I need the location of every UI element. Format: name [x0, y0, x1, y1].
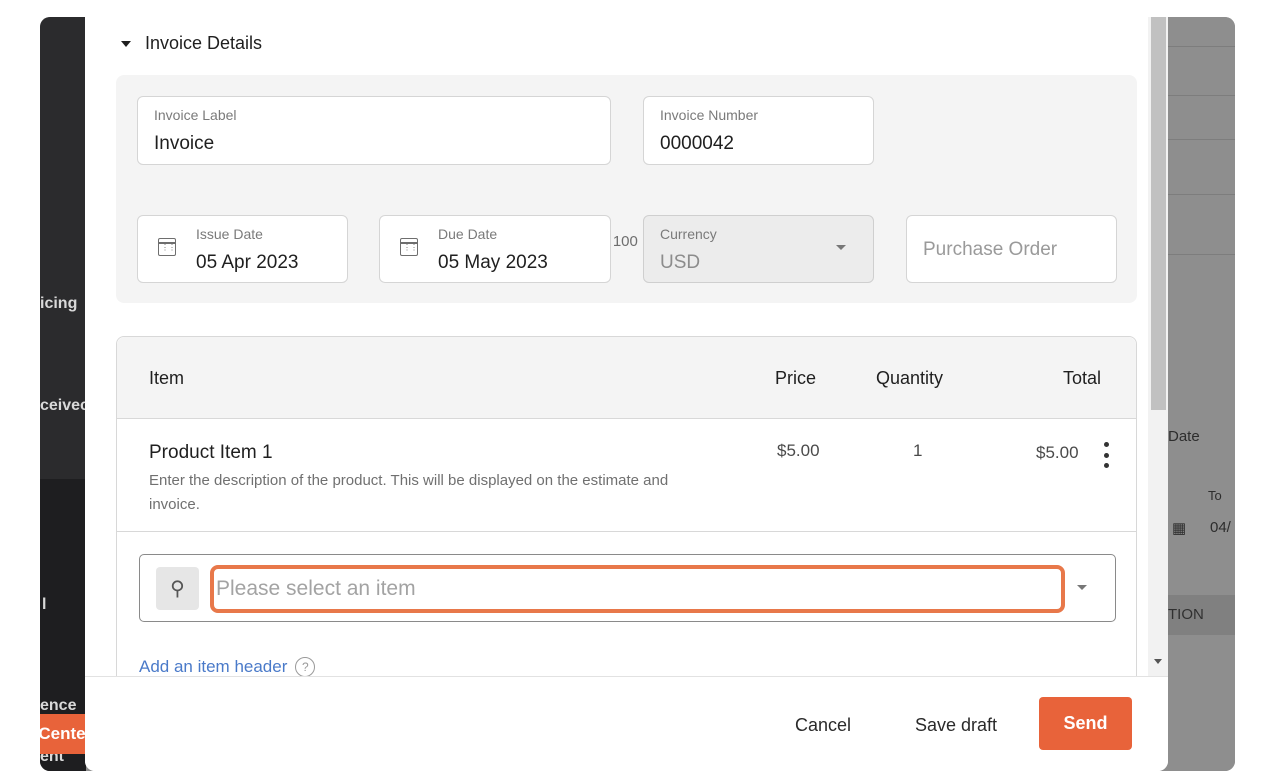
column-header-item: Item — [149, 368, 185, 388]
field-label: Due Date — [438, 226, 498, 242]
item-select[interactable]: ⚲ Please select an item — [139, 554, 1116, 622]
add-item-header-link[interactable]: Add an item header ? — [139, 657, 316, 676]
divider — [1168, 95, 1235, 96]
divider — [1168, 194, 1235, 195]
currency-select: Currency USD — [643, 215, 874, 283]
modal-footer: Cancel Save draft Send — [85, 676, 1168, 771]
scrollbar-thumb[interactable] — [1151, 17, 1166, 410]
add-item-header-label: Add an item header — [139, 657, 288, 676]
invoice-number-field[interactable]: Invoice Number 0000042 — [643, 96, 874, 165]
column-header-total: Total — [1063, 368, 1102, 388]
modal-scrollbar[interactable] — [1148, 17, 1168, 676]
divider — [1168, 46, 1235, 47]
invoice-details-panel: Invoice Label Invoice 7 / 100 Invoice Nu… — [116, 75, 1137, 303]
background-sidebar: icing ceivec l ence ent — [40, 17, 86, 771]
item-price: $5.00 — [777, 441, 820, 460]
item-quantity: 1 — [913, 441, 923, 460]
background-date-value: 04/ — [1210, 519, 1231, 536]
items-table: Item Price Quantity Total Product Item 1… — [116, 336, 1137, 676]
item-description: Enter the description of the product. Th… — [149, 472, 669, 513]
chevron-down-icon — [836, 245, 846, 250]
field-label: Invoice Label — [154, 107, 237, 123]
field-value: 05 Apr 2023 — [196, 252, 299, 273]
due-date-field[interactable]: Due Date 05 May 2023 — [379, 215, 611, 283]
item-total: $5.00 — [1036, 443, 1079, 462]
background-date-label: Date — [1168, 428, 1200, 445]
sidebar-label: ceivec — [40, 397, 86, 414]
background-to-label: To — [1208, 488, 1222, 503]
field-value: Invoice — [154, 133, 215, 154]
calendar-icon — [158, 238, 176, 256]
background-column-header: TION — [1168, 595, 1235, 635]
table-header: Item Price Quantity Total — [117, 337, 1136, 419]
divider — [1168, 139, 1235, 140]
invoice-label-field[interactable]: Invoice Label Invoice — [137, 96, 611, 165]
help-icon[interactable]: ? — [295, 657, 316, 676]
divider — [1168, 254, 1235, 255]
field-value: USD — [660, 252, 701, 273]
save-draft-button[interactable]: Save draft — [915, 715, 997, 736]
cancel-button[interactable]: Cancel — [795, 715, 851, 736]
sidebar-label: icing — [40, 295, 78, 312]
send-button[interactable]: Send — [1039, 697, 1132, 750]
item-select-input[interactable]: Please select an item — [210, 565, 1065, 613]
calendar-icon: ▦ — [1172, 520, 1187, 537]
field-label: Currency — [660, 226, 717, 242]
table-row[interactable]: Product Item 1 Enter the description of … — [117, 419, 1136, 532]
issue-date-field[interactable]: Issue Date 05 Apr 2023 — [137, 215, 348, 283]
field-value: 05 May 2023 — [438, 252, 548, 273]
background-right-panel: Date To ▦ 04/ TION — [1168, 17, 1235, 771]
sidebar-label: ence — [40, 697, 77, 714]
field-value: 0000042 — [660, 133, 734, 154]
item-select-placeholder: Please select an item — [216, 577, 416, 600]
invoice-modal: Invoice Details Invoice Label Invoice 7 … — [85, 0, 1168, 771]
more-vertical-icon[interactable] — [1103, 442, 1109, 468]
calendar-icon — [400, 238, 418, 256]
field-label: Invoice Number — [660, 107, 759, 123]
section-title: Invoice Details — [145, 33, 263, 53]
column-header-price: Price — [775, 368, 817, 388]
scroll-down-arrow-icon[interactable] — [1154, 659, 1162, 664]
item-name: Product Item 1 — [149, 442, 273, 463]
column-header-quantity: Quantity — [876, 368, 944, 388]
chevron-down-icon[interactable] — [1077, 585, 1087, 590]
purchase-order-input[interactable]: Purchase Order — [906, 215, 1117, 283]
field-placeholder: Purchase Order — [923, 239, 1058, 260]
modal-scroll-area[interactable]: Invoice Details Invoice Label Invoice 7 … — [85, 17, 1148, 676]
section-toggle[interactable]: Invoice Details — [121, 33, 262, 54]
caret-down-icon — [121, 40, 131, 47]
sidebar-label: l — [42, 596, 47, 613]
field-label: Issue Date — [196, 226, 263, 242]
item-history-icon[interactable]: ⚲ — [156, 567, 199, 610]
